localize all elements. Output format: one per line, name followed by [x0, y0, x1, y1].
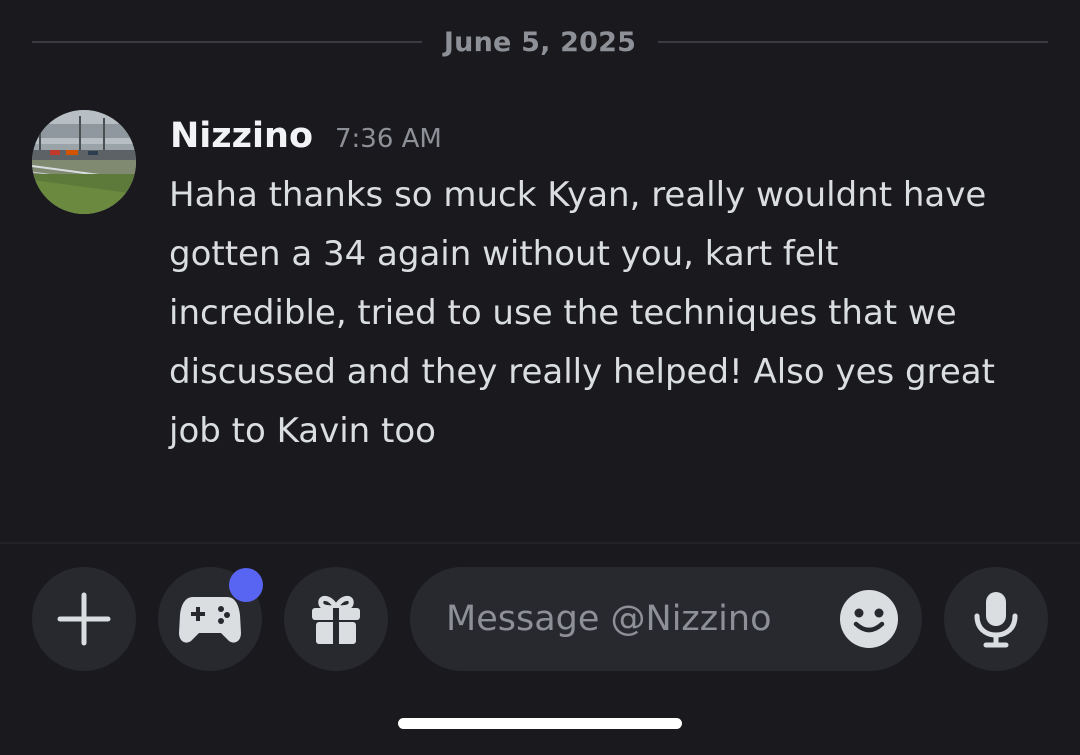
- message-line: Haha thanks so muck Kyan, really wouldnt…: [169, 175, 987, 215]
- avatar[interactable]: [32, 110, 136, 214]
- voice-message-button[interactable]: [944, 567, 1048, 671]
- message-author[interactable]: Nizzino: [170, 116, 313, 156]
- date-divider: June 5, 2025: [32, 24, 1049, 60]
- divider-line-right: [658, 41, 1049, 43]
- date-divider-label: June 5, 2025: [443, 26, 637, 58]
- message-body[interactable]: Haha thanks so muck Kyan, really wouldnt…: [169, 166, 1049, 461]
- plus-icon: [57, 592, 111, 646]
- dm-chat-screen: June 5, 2025 Nizzino 7:36 AM Haha thanks…: [0, 0, 1080, 755]
- add-attachment-button[interactable]: [32, 567, 136, 671]
- message-line: job to Kavin too: [169, 411, 436, 451]
- composer-divider: [0, 542, 1080, 544]
- message-input-placeholder: Message @Nizzino: [446, 599, 772, 639]
- smiley-icon: [840, 590, 898, 648]
- message-timestamp: 7:36 AM: [335, 124, 442, 154]
- activity-notification-dot: [229, 568, 263, 602]
- microphone-icon: [974, 592, 1018, 648]
- gift-button[interactable]: [284, 567, 388, 671]
- message-header: Nizzino 7:36 AM: [170, 116, 442, 156]
- gamepad-icon: [179, 597, 241, 643]
- message-line: gotten a 34 again without you, kart felt: [169, 234, 839, 274]
- message-line: incredible, tried to use the techniques …: [169, 293, 957, 333]
- gift-icon: [312, 596, 360, 644]
- emoji-button[interactable]: [838, 588, 900, 650]
- divider-line-left: [32, 41, 422, 43]
- message-line: discussed and they really helped! Also y…: [169, 352, 995, 392]
- home-indicator[interactable]: [398, 718, 682, 729]
- avatar-image: [32, 110, 136, 214]
